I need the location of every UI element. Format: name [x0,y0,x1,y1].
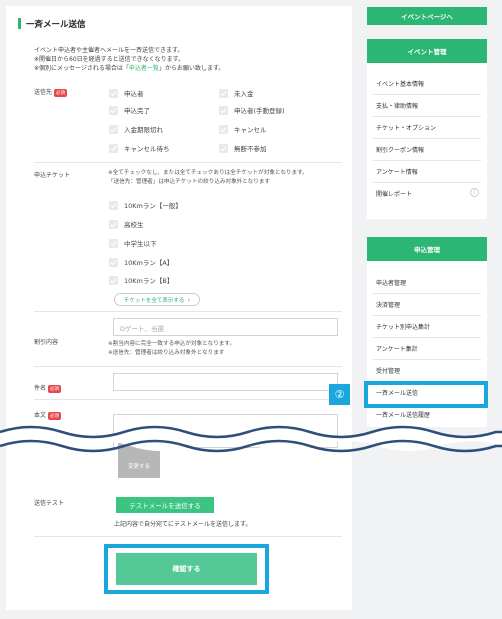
checkbox[interactable] [219,124,228,134]
required-badge: 必須 [48,384,62,393]
recipient-option[interactable]: 申込完了 [109,105,150,115]
divider [34,536,342,537]
tickets-label: 申込チケット [34,172,71,179]
event-management-header: イベント管理 [367,39,487,63]
divider [34,162,342,163]
event-management-menu: イベント管理 イベント基本情報 支払・律助情報 チケット・オプション 割引クーポ… [367,39,487,219]
sidebar-item-survey-info[interactable]: アンケート情報 [376,167,418,176]
ticket-option[interactable]: 10Kmラン【一般】 [109,200,182,210]
chevron-right-icon: › [187,295,191,304]
checkbox[interactable] [109,257,118,267]
tickets-note: ※全てチェックなし、または全てチェックありは全チケットが対象となります。 「送信… [108,170,308,185]
required-badge: 必須 [48,411,62,420]
checkbox[interactable] [109,200,118,210]
info-icon[interactable]: i [470,188,479,197]
event-page-button[interactable]: イベントページへ [367,7,487,25]
divider [34,399,342,400]
step-badge: ② [329,384,350,405]
sidebar-item-applicants[interactable]: 申込者管理 [376,278,406,287]
send-test-email-button[interactable]: テストメールを送信する [116,497,214,513]
divider [34,366,342,367]
body-label: 本文 必須 [34,411,62,420]
checkbox[interactable] [219,143,228,153]
recipients-label: 送信先 必須 [34,88,68,97]
ticket-option[interactable]: 中学生以下 [109,238,157,248]
required-badge: 必須 [54,88,68,97]
bulk-mail-highlight-frame [364,381,488,408]
ticket-option[interactable]: 10Kmラン【B】 [109,275,173,285]
discount-label: 割引内容 [34,339,59,346]
checkbox[interactable] [109,238,118,248]
recipient-option[interactable]: 未入金 [219,88,254,98]
sidebar-item-bulk-mail-history[interactable]: 一斉メール送信履歴 [376,410,430,419]
test-send-description: 上記内容で自分宛てにテストメールを送信します。 [114,521,252,528]
sidebar-item-ticket-stats[interactable]: チケット別申込集計 [376,322,430,331]
subject-input[interactable] [113,373,338,391]
discount-input[interactable]: Dゲート、当選 [113,318,338,336]
intro-text: イベント申込者や主催者へメールを一斉送信できます。 ※開催日から60日を経過する… [34,47,225,72]
test-send-label: 送信テスト [34,500,65,507]
sidebar-item-payment-info[interactable]: 支払・律助情報 [376,101,418,110]
sidebar-item-event-info[interactable]: イベント基本情報 [376,79,424,88]
confirm-button[interactable]: 確認する [116,553,257,585]
recipient-option[interactable]: 入金期限切れ [109,124,163,134]
recipient-option[interactable]: キャンセル待ち [109,143,170,153]
sidebar-item-coupon-info[interactable]: 割引クーポン情報 [376,145,424,154]
sidebar-item-ticket-option[interactable]: チケット・オプション [376,123,436,132]
sidebar-item-event-report[interactable]: 開催レポート [376,189,412,198]
page-break-wave [0,425,502,453]
ticket-option[interactable]: 10Kmラン【A】 [109,257,173,267]
checkbox[interactable] [109,88,118,98]
application-management-header: 申込管理 [367,237,487,261]
page-title: 一斉メール送信 [18,18,86,30]
recipient-option[interactable]: 申込者(手動登録) [219,105,285,115]
checkbox[interactable] [109,124,118,134]
subject-label: 件名 必須 [34,384,62,393]
show-all-tickets-button[interactable]: チケットを全て表示する › [114,293,200,306]
checkbox[interactable] [109,219,118,229]
ticket-option[interactable]: 高校生 [109,219,144,229]
sidebar-item-payments[interactable]: 決済管理 [376,300,400,309]
discount-note: ※割当内容に完全一致する申込が対象となります。 ※送信先：管理者は絞り込み対象外… [108,341,236,356]
checkbox[interactable] [219,105,228,115]
checkbox[interactable] [219,88,228,98]
checkbox[interactable] [109,275,118,285]
recipient-option[interactable]: 申込者 [109,88,144,98]
recipient-option[interactable]: 無断不参加 [219,143,267,153]
page-canvas: 一斉メール送信 イベント申込者や主催者へメールを一斉送信できます。 ※開催日から… [0,0,502,619]
divider [34,311,342,312]
sidebar-item-survey-stats[interactable]: アンケート集計 [376,344,418,353]
sidebar-item-reception[interactable]: 受付管理 [376,366,400,375]
recipient-option[interactable]: キャンセル [219,124,267,134]
applicant-list-link[interactable]: 申込者一覧 [129,65,159,72]
checkbox[interactable] [109,143,118,153]
checkbox[interactable] [109,105,118,115]
main-panel: 一斉メール送信 イベント申込者や主催者へメールを一斉送信できます。 ※開催日から… [6,6,352,610]
